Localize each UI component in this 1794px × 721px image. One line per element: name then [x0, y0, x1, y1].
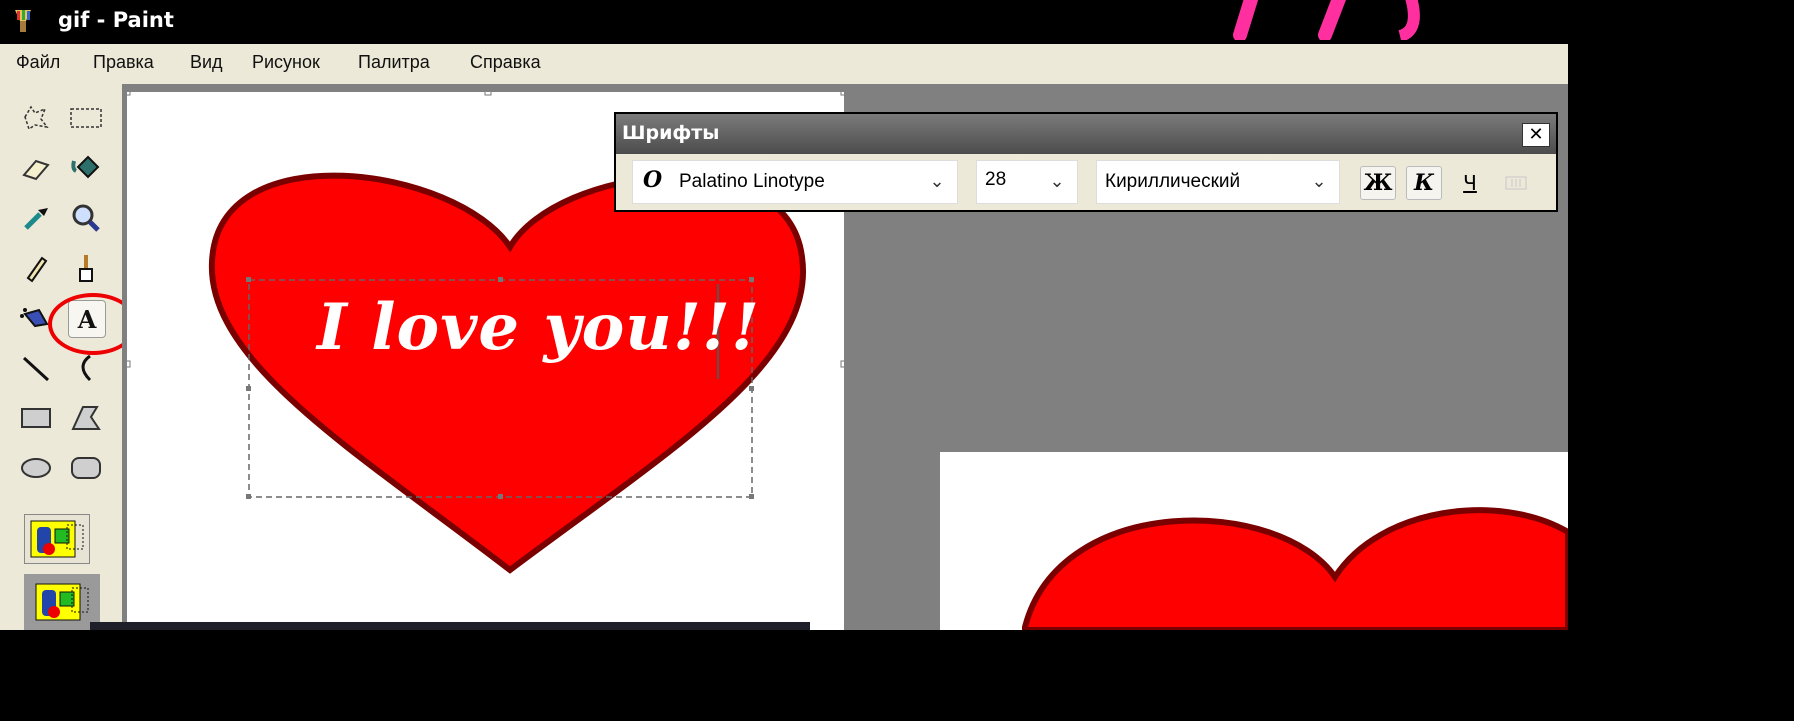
line-icon — [22, 356, 50, 382]
polygon-tool[interactable] — [68, 400, 104, 436]
rectangle-tool[interactable] — [18, 400, 54, 436]
ellipse-icon — [21, 458, 51, 478]
italic-button[interactable]: К — [1406, 166, 1442, 200]
transparent-background-option[interactable] — [24, 574, 100, 630]
vertical-text-icon — [1505, 176, 1527, 190]
menu-edit[interactable]: Правка — [93, 52, 154, 73]
brush-icon — [79, 255, 93, 282]
opaque-background-option[interactable] — [24, 514, 90, 564]
eraser-icon — [22, 159, 50, 181]
menu-palette[interactable]: Палитра — [358, 52, 430, 73]
line-tool[interactable] — [18, 350, 54, 386]
font-name-select[interactable]: O Palatino Linotype ⌄ — [632, 160, 958, 204]
rounded-rect-tool[interactable] — [68, 450, 104, 486]
magnifier-tool[interactable] — [68, 200, 104, 236]
menu-image[interactable]: Рисунок — [252, 52, 320, 73]
free-select-tool[interactable] — [18, 100, 54, 136]
font-script-value: Кириллический — [1105, 171, 1241, 192]
ellipse-tool[interactable] — [18, 450, 54, 486]
fonts-toolbar-title: Шрифты — [622, 122, 720, 144]
magnifier-icon — [72, 204, 100, 232]
pencil-tool[interactable] — [18, 250, 54, 286]
polygon-icon — [71, 406, 101, 430]
brush-tool[interactable] — [68, 250, 104, 286]
fill-tool[interactable] — [68, 150, 104, 186]
font-script-select[interactable]: Кириллический ⌄ — [1096, 160, 1340, 204]
menu-bar: Файл Правка Вид Рисунок Палитра Справка — [0, 44, 1568, 84]
menu-file[interactable]: Файл — [16, 52, 60, 73]
rect-select-tool[interactable] — [68, 100, 104, 136]
title-bar: gif - Paint — [0, 0, 1568, 44]
font-size-select[interactable]: 28 ⌄ — [976, 160, 1078, 204]
underline-button[interactable]: Ч — [1452, 166, 1488, 200]
color-picker-icon — [24, 208, 48, 230]
curve-tool[interactable] — [68, 350, 104, 386]
preview-canvas — [940, 452, 1571, 633]
menu-view[interactable]: Вид — [190, 52, 223, 73]
transparent-option-icon — [35, 583, 89, 621]
tool-box: A — [0, 84, 122, 630]
paint-app-icon — [15, 10, 31, 32]
fill-bucket-icon — [71, 155, 100, 179]
bold-button[interactable]: Ж — [1360, 166, 1396, 200]
preview-heart — [1022, 507, 1571, 633]
decorative-pink-strokes — [1233, 0, 1420, 40]
font-name-value: Palatino Linotype — [679, 171, 825, 192]
color-picker-tool[interactable] — [18, 200, 54, 236]
chevron-down-icon[interactable]: ⌄ — [1045, 167, 1069, 197]
curve-icon — [81, 354, 92, 382]
canvas-text[interactable]: I love you!!! — [317, 290, 760, 365]
menu-help[interactable]: Справка — [470, 52, 541, 73]
rectangle-icon — [21, 408, 51, 428]
close-icon[interactable]: ✕ — [1522, 123, 1550, 147]
opaque-option-icon — [30, 520, 84, 558]
free-select-icon — [24, 105, 49, 131]
font-size-value: 28 — [985, 169, 1007, 190]
chevron-down-icon[interactable]: ⌄ — [925, 167, 949, 197]
fonts-toolbar-header: Шрифты ✕ — [616, 114, 1556, 154]
eraser-tool[interactable] — [18, 150, 54, 186]
chevron-down-icon[interactable]: ⌄ — [1307, 167, 1331, 197]
opentype-font-icon: O — [643, 167, 663, 193]
rect-select-icon — [70, 108, 102, 128]
window-title: gif - Paint — [58, 8, 174, 32]
taskbar-fragment — [90, 622, 810, 630]
pencil-icon — [26, 256, 48, 283]
vertical-text-button[interactable] — [1498, 166, 1534, 200]
fonts-toolbar: Шрифты ✕ O Palatino Linotype ⌄ 28 ⌄ Кири… — [614, 112, 1558, 212]
rounded-rect-icon — [71, 457, 101, 479]
